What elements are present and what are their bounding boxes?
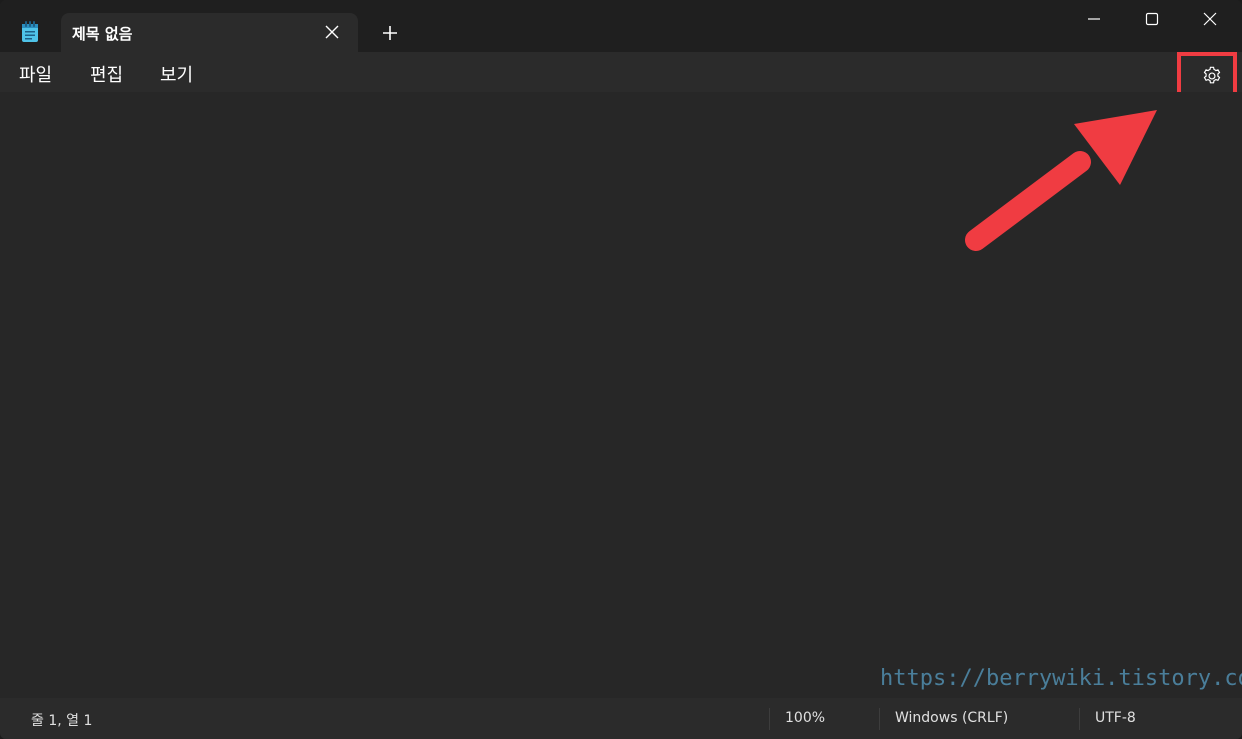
red-arrow-icon <box>965 110 1157 251</box>
minimize-button[interactable] <box>1065 0 1123 38</box>
tab-title: 제목 없음 <box>72 25 133 43</box>
encoding[interactable]: UTF-8 <box>1095 710 1136 726</box>
title-bar: 제목 없음 <box>0 0 1242 52</box>
gear-icon <box>1203 66 1221 84</box>
close-icon <box>1203 12 1217 26</box>
minimize-icon <box>1088 18 1100 20</box>
notepad-icon <box>20 21 40 43</box>
tab-untitled[interactable]: 제목 없음 <box>61 13 358 52</box>
status-divider <box>879 708 880 730</box>
line-ending[interactable]: Windows (CRLF) <box>895 710 1008 726</box>
menu-edit[interactable]: 편집 <box>90 61 123 87</box>
close-icon[interactable] <box>323 23 341 41</box>
menu-file[interactable]: 파일 <box>19 61 52 87</box>
menu-bar: 파일 편집 보기 <box>0 52 1242 98</box>
watermark-text: https://berrywiki.tistory.com <box>880 666 1242 691</box>
maximize-icon <box>1145 12 1159 26</box>
zoom-level[interactable]: 100% <box>785 710 825 726</box>
status-bar: 줄 1, 열 1 100% Windows (CRLF) UTF-8 <box>0 698 1242 739</box>
cursor-position: 줄 1, 열 1 <box>31 713 93 729</box>
status-divider <box>769 708 770 730</box>
close-window-button[interactable] <box>1181 0 1239 38</box>
maximize-button[interactable] <box>1123 0 1181 38</box>
menu-view[interactable]: 보기 <box>160 61 193 87</box>
status-divider <box>1079 708 1080 730</box>
plus-icon[interactable] <box>380 23 400 43</box>
notepad-window: 제목 없음 파일 편집 보기 https://berrywiki.tistory… <box>0 0 1242 739</box>
